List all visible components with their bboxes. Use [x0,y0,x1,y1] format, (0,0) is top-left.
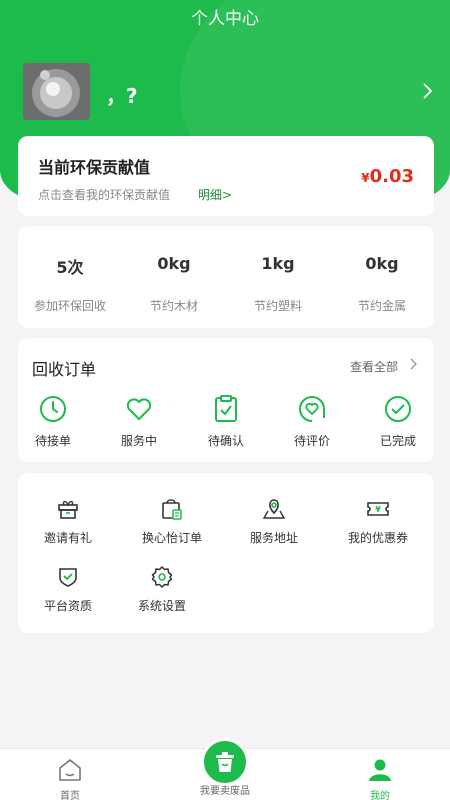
tool-label: 平台资质 [43,599,92,613]
sell-waste-label: 我要卖废品 [200,786,250,797]
order-status-label: 待接单 [34,434,71,448]
heart-comment-icon [299,396,325,422]
eco-value-number: 0.03 [369,166,414,187]
shopping-bag-icon [162,499,182,520]
recycle-bin-icon [216,752,234,772]
svg-text:¥: ¥ [375,505,381,514]
tool-label: 服务地址 [249,531,298,545]
eco-stats-card: 5次 参加环保回收 0kg 节约木材 1kg 节约塑料 0kg 节约金属 [18,226,434,328]
stat-item: 0kg 节约金属 [330,226,434,328]
stat-item: 1kg 节约塑料 [226,226,330,328]
tool-label: 我的优惠券 [347,531,408,545]
clock-icon [40,396,66,422]
eco-title: 当前环保贡献值 [38,158,151,177]
order-status-pending-confirm[interactable]: 待确认 [186,394,266,454]
settings-gear-icon [151,566,173,588]
stat-value: 0kg [365,254,399,273]
tab-mine[interactable]: 我的 [330,749,430,800]
orders-title: 回收订单 [32,360,97,379]
shield-icon [59,568,77,587]
recycle-orders-card: 回收订单 查看全部 待接单 服务中 待确认 待评价 已完成 [18,338,434,462]
tab-label: 我的 [370,791,390,800]
page-title: 个人中心 [191,9,259,29]
avatar[interactable] [23,63,90,120]
avatar-image [23,63,90,120]
tool-label: 换心怡订单 [141,531,202,545]
tool-orders[interactable]: 换心怡订单 [122,497,222,546]
order-status-label: 待评价 [293,434,330,448]
view-all-orders-link[interactable]: 查看全部 [350,358,398,375]
tool-invite[interactable]: 邀请有礼 [18,497,118,546]
order-status-pending-review[interactable]: 待评价 [272,394,352,454]
stat-label: 节约金属 [357,299,406,313]
chevron-right-icon[interactable] [416,80,438,102]
tool-label: 系统设置 [137,599,186,613]
gift-icon [58,500,78,519]
stat-label: 节约木材 [149,299,198,313]
sell-waste-button[interactable] [201,738,249,786]
eco-value: ¥0.03 [361,166,414,187]
stat-value: 0kg [157,254,191,273]
eco-detail-link[interactable]: 明细> [198,186,232,203]
tool-address[interactable]: 服务地址 [224,497,324,546]
stat-item: 0kg 节约木材 [122,226,226,328]
user-nickname: ，? [106,84,138,108]
tool-coupons[interactable]: ¥ 我的优惠券 [328,497,428,546]
heart-icon [126,398,152,420]
home-icon [59,759,81,781]
tool-label: 邀请有礼 [43,531,92,545]
stat-item: 5次 参加环保回收 [18,226,122,328]
eco-subtitle: 点击查看我的环保贡献值 [38,188,171,202]
clipboard-check-icon [215,395,237,422]
user-icon [369,759,391,781]
tool-qualification[interactable]: 平台资质 [18,565,118,614]
tab-home[interactable]: 首页 [20,749,120,800]
stat-label: 节约塑料 [253,299,302,313]
chevron-right-icon[interactable] [406,357,420,371]
order-status-pending-accept[interactable]: 待接单 [13,394,93,454]
location-pin-icon [262,499,286,519]
order-status-label: 服务中 [120,434,157,448]
order-status-label: 已完成 [379,434,416,448]
stat-value: 1kg [261,254,295,273]
eco-contribution-card[interactable]: 当前环保贡献值 点击查看我的环保贡献值 明细> ¥0.03 [18,136,434,216]
check-circle-icon [385,396,411,422]
tool-settings[interactable]: 系统设置 [112,565,212,614]
order-status-in-service[interactable]: 服务中 [99,394,179,454]
stat-value: 5次 [56,258,84,277]
tab-label: 首页 [60,791,80,800]
coupon-icon: ¥ [367,502,389,516]
currency-symbol: ¥ [361,171,370,185]
tools-card: 邀请有礼 换心怡订单 服务地址 ¥ 我的优惠券 平台资质 系统设置 [18,473,434,633]
order-status-completed[interactable]: 已完成 [358,394,438,454]
stat-label: 参加环保回收 [33,299,106,313]
order-status-label: 待确认 [207,434,244,448]
